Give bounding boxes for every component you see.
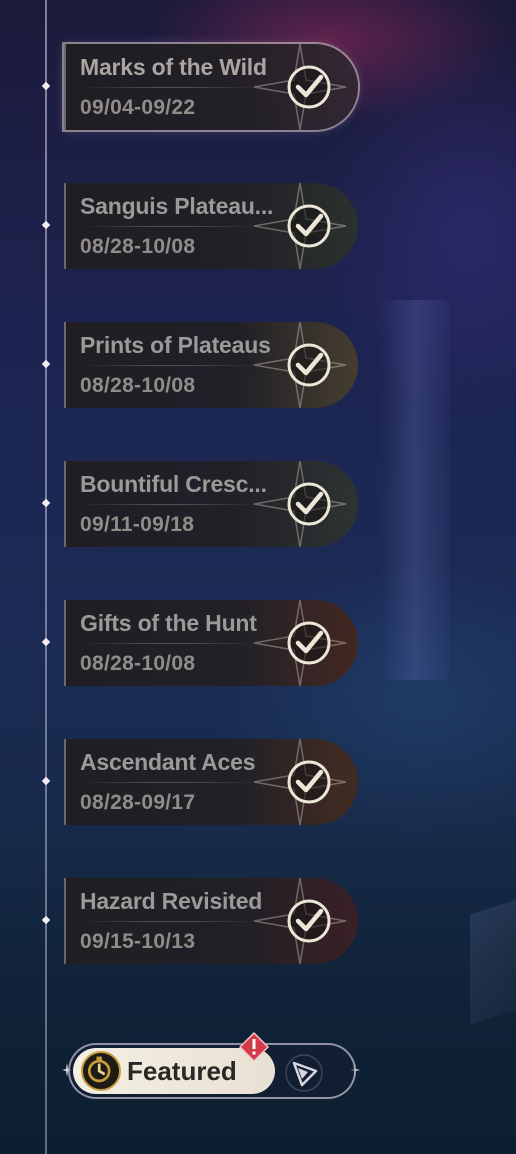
event-date: 09/04-09/22 bbox=[80, 96, 196, 119]
event-date: 08/28-09/17 bbox=[80, 791, 196, 814]
event-title: Gifts of the Hunt bbox=[80, 610, 257, 636]
event-card-gifts-of-the-hunt[interactable]: Gifts of the Hunt 08/28-10/08 bbox=[64, 599, 358, 687]
featured-label: Featured bbox=[127, 1056, 237, 1086]
divider bbox=[80, 643, 260, 644]
event-title: Hazard Revisited bbox=[80, 888, 263, 914]
featured-button[interactable]: Featured bbox=[73, 1032, 275, 1094]
completed-check-icon bbox=[287, 899, 331, 943]
background-pillar bbox=[380, 300, 450, 680]
background-floor bbox=[0, 820, 516, 1154]
alert-badge-icon bbox=[239, 1032, 269, 1062]
completed-check-icon bbox=[287, 204, 331, 248]
event-title: Marks of the Wild bbox=[80, 54, 267, 80]
divider bbox=[80, 365, 260, 366]
timeline-line bbox=[45, 0, 47, 1154]
event-card-marks-of-the-wild[interactable]: Marks of the Wild 09/04-09/22 bbox=[64, 43, 358, 131]
divider bbox=[80, 504, 260, 505]
event-card-hazard-revisited[interactable]: Hazard Revisited 09/15-10/13 bbox=[64, 877, 358, 965]
event-title: Ascendant Aces bbox=[80, 749, 256, 775]
event-title: Bountiful Cresc... bbox=[80, 471, 267, 497]
divider bbox=[80, 782, 260, 783]
timeline-node bbox=[42, 915, 50, 927]
completed-check-icon bbox=[287, 760, 331, 804]
completed-check-icon bbox=[287, 482, 331, 526]
timeline-node bbox=[42, 637, 50, 649]
timeline-node bbox=[42, 81, 50, 93]
stopwatch-icon bbox=[81, 1051, 121, 1091]
timeline-node bbox=[42, 220, 50, 232]
event-title: Sanguis Plateau... bbox=[80, 193, 274, 219]
completed-check-icon bbox=[287, 65, 331, 109]
event-date: 09/11-09/18 bbox=[80, 513, 195, 536]
event-card-ascendant-aces[interactable]: Ascendant Aces 08/28-09/17 bbox=[64, 738, 358, 826]
event-date: 08/28-10/08 bbox=[80, 652, 196, 675]
divider bbox=[80, 226, 260, 227]
event-title: Prints of Plateaus bbox=[80, 332, 271, 358]
divider bbox=[80, 87, 260, 88]
event-card-prints-of-plateaus[interactable]: Prints of Plateaus 08/28-10/08 bbox=[64, 321, 358, 409]
event-date: 08/28-10/08 bbox=[80, 374, 196, 397]
timeline-node bbox=[42, 359, 50, 371]
event-card-sanguis-plateau[interactable]: Sanguis Plateau... 08/28-10/08 bbox=[64, 182, 358, 270]
timeline-node bbox=[42, 776, 50, 788]
completed-check-icon bbox=[287, 621, 331, 665]
event-card-bountiful-crescent[interactable]: Bountiful Cresc... 09/11-09/18 bbox=[64, 460, 358, 548]
timeline-node bbox=[42, 498, 50, 510]
completed-check-icon bbox=[287, 343, 331, 387]
event-date: 09/15-10/13 bbox=[80, 930, 196, 953]
dash-skill-icon[interactable] bbox=[284, 1053, 324, 1093]
featured-toggle: Featured bbox=[68, 1032, 356, 1099]
divider bbox=[80, 921, 260, 922]
event-date: 08/28-10/08 bbox=[80, 235, 196, 258]
